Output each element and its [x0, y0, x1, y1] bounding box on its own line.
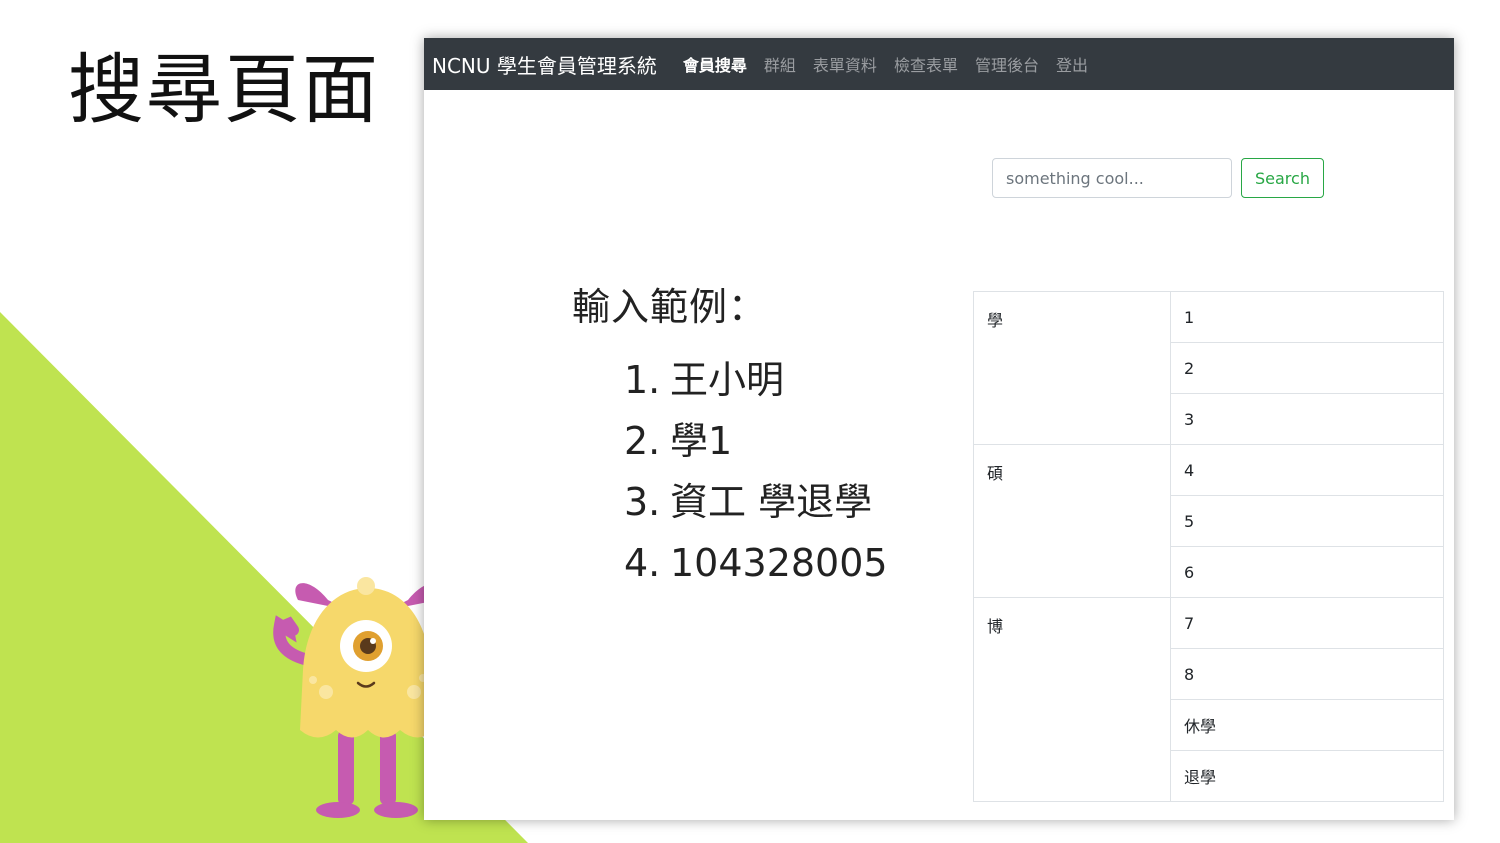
examples-list: 1. 王小明 2. 學1 3. 資工 學退學 4. 104328005: [572, 357, 888, 601]
value-cell: 4: [1170, 444, 1444, 496]
nav-link-member-search[interactable]: 會員搜尋: [683, 52, 747, 76]
search-button[interactable]: Search: [1241, 158, 1324, 198]
category-cell-doctor: 博: [973, 597, 1171, 802]
examples-heading: 輸入範例：: [572, 285, 768, 329]
table-row: 博 7: [973, 597, 1444, 802]
value-cell: 3: [1170, 393, 1444, 445]
category-cell-master: 碩: [973, 444, 1171, 598]
example-item: 2. 學1: [624, 419, 733, 463]
nav-link-check-forms[interactable]: 檢查表單: [894, 52, 958, 76]
input-examples: 輸入範例： 1. 王小明 2. 學1 3. 資工 學退學 4. 104328005: [572, 276, 888, 601]
nav-link-admin[interactable]: 管理後台: [975, 52, 1039, 76]
value-cell: 休學: [1170, 699, 1444, 751]
value-cell: 2: [1170, 342, 1444, 394]
category-cell-bachelor: 學: [973, 291, 1171, 445]
value-cell: 6: [1170, 546, 1444, 598]
app-screenshot: NCNU 學生會員管理系統 會員搜尋 群組 表單資料 檢查表單 管理後台 登出 …: [424, 38, 1454, 820]
slide-title: 搜尋頁面: [68, 45, 380, 134]
navbar: NCNU 學生會員管理系統 會員搜尋 群組 表單資料 檢查表單 管理後台 登出: [424, 38, 1454, 90]
example-item: 1. 王小明: [624, 358, 785, 402]
example-item: 4. 104328005: [624, 541, 888, 585]
nav-link-form-data[interactable]: 表單資料: [813, 52, 877, 76]
member-table: 學 1 2 3 碩 4 5 6 博 7 8 休學 退學: [973, 291, 1444, 802]
value-cell: 1: [1170, 291, 1444, 343]
search-form: Search: [992, 158, 1324, 198]
table-row: 碩 4: [973, 444, 1444, 598]
nav-link-logout[interactable]: 登出: [1056, 52, 1088, 76]
value-cell: 8: [1170, 648, 1444, 700]
nav-link-groups[interactable]: 群組: [764, 52, 796, 76]
search-input[interactable]: [992, 158, 1232, 198]
navbar-brand[interactable]: NCNU 學生會員管理系統: [432, 50, 657, 79]
value-cell: 7: [1170, 597, 1444, 649]
value-cell: 退學: [1170, 750, 1444, 802]
table-row: 學 1: [973, 291, 1444, 445]
example-item: 3. 資工 學退學: [624, 480, 873, 524]
value-cell: 5: [1170, 495, 1444, 547]
